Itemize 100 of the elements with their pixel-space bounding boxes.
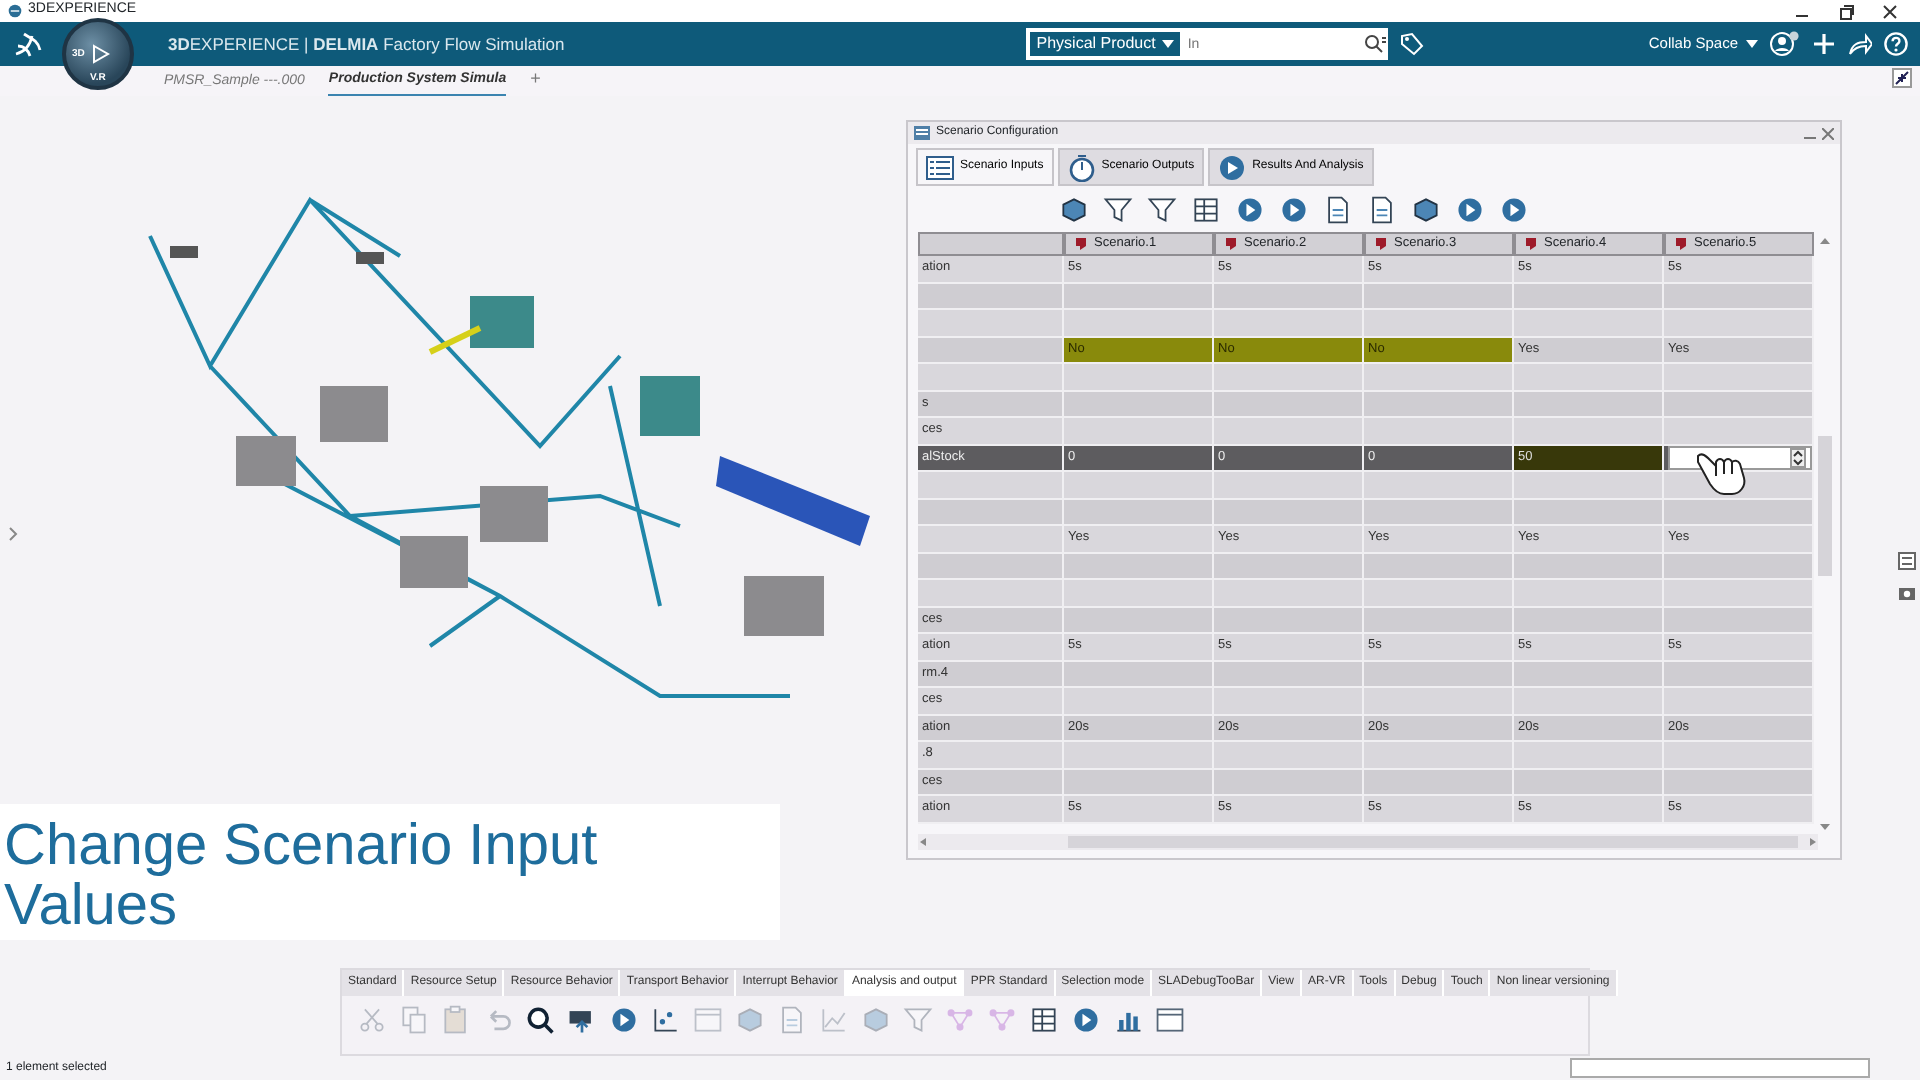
logo-icon[interactable] xyxy=(12,28,44,60)
spinner-icon[interactable] xyxy=(1790,447,1806,468)
table-cell[interactable] xyxy=(1364,391,1514,418)
table-cell[interactable] xyxy=(1214,499,1364,526)
table-cell[interactable] xyxy=(1514,499,1664,526)
table-cell[interactable] xyxy=(1364,472,1514,499)
share-icon[interactable] xyxy=(1848,32,1872,56)
table-cell[interactable] xyxy=(1064,553,1214,580)
table-cell[interactable] xyxy=(1064,742,1214,769)
table-cell[interactable] xyxy=(1664,418,1814,445)
table-cell[interactable] xyxy=(1664,769,1814,796)
scope-dropdown[interactable]: Physical Product xyxy=(1026,28,1184,60)
table-cell[interactable] xyxy=(1664,742,1814,769)
table-cell[interactable] xyxy=(1064,283,1214,310)
table-cell[interactable] xyxy=(1664,391,1814,418)
table-cell[interactable] xyxy=(1214,688,1364,715)
table-cell[interactable] xyxy=(1064,364,1214,391)
command-field[interactable] xyxy=(1570,1058,1870,1078)
table-cell[interactable] xyxy=(1664,310,1814,337)
table-cell[interactable] xyxy=(1514,283,1664,310)
help-icon[interactable] xyxy=(1884,32,1908,56)
table-cell[interactable] xyxy=(1664,283,1814,310)
table-cell[interactable] xyxy=(1064,418,1214,445)
plus-icon[interactable] xyxy=(1812,32,1836,56)
table-cell[interactable] xyxy=(1664,553,1814,580)
table-cell[interactable] xyxy=(1514,472,1664,499)
table-cell[interactable] xyxy=(1064,472,1214,499)
table-cell[interactable] xyxy=(1214,607,1364,634)
table-cell[interactable] xyxy=(1514,769,1664,796)
search-icon[interactable] xyxy=(1363,34,1388,54)
table-cell[interactable] xyxy=(1214,310,1364,337)
table-cell[interactable] xyxy=(1214,553,1364,580)
toolbar-button[interactable] xyxy=(522,1002,558,1038)
table-cell[interactable] xyxy=(1514,688,1664,715)
table-cell[interactable] xyxy=(1664,607,1814,634)
table-cell[interactable] xyxy=(1364,580,1514,607)
table-cell[interactable] xyxy=(1514,580,1664,607)
panel-icon[interactable] xyxy=(1898,552,1916,570)
table-cell[interactable] xyxy=(1514,553,1664,580)
cut-icon xyxy=(356,1004,388,1036)
play-icon xyxy=(90,44,110,64)
table-cell[interactable] xyxy=(1514,310,1664,337)
toolbar-button[interactable] xyxy=(1144,192,1180,228)
table-cell[interactable] xyxy=(1364,310,1514,337)
table-cell[interactable] xyxy=(1514,391,1664,418)
window-icon xyxy=(692,1004,724,1036)
table-cell[interactable] xyxy=(1364,661,1514,688)
table-cell[interactable] xyxy=(1364,553,1514,580)
play-icon xyxy=(608,1004,640,1036)
table-cell[interactable] xyxy=(1364,364,1514,391)
table-cell[interactable] xyxy=(1364,418,1514,445)
vertical-scrollbar[interactable] xyxy=(1818,236,1832,832)
table-cell[interactable] xyxy=(1214,391,1364,418)
toolbar-button[interactable] xyxy=(1100,192,1136,228)
table-cell[interactable] xyxy=(1514,364,1664,391)
tag-icon[interactable] xyxy=(1399,32,1424,56)
table-cell[interactable] xyxy=(1064,607,1214,634)
table-cell[interactable] xyxy=(1514,742,1664,769)
table-icon xyxy=(1190,194,1222,226)
table-cell[interactable] xyxy=(1214,283,1364,310)
toolbar-button[interactable] xyxy=(1026,1002,1062,1038)
table-cell[interactable] xyxy=(1664,661,1814,688)
table-icon xyxy=(1028,1004,1060,1036)
table-cell[interactable] xyxy=(1214,418,1364,445)
table-cell[interactable] xyxy=(1364,283,1514,310)
table-cell[interactable] xyxy=(1364,769,1514,796)
table-cell[interactable] xyxy=(1214,742,1364,769)
table-cell[interactable] xyxy=(1064,499,1214,526)
chevron-icon[interactable] xyxy=(8,526,20,542)
close-icon[interactable] xyxy=(1822,127,1834,139)
table-cell[interactable] xyxy=(1514,607,1664,634)
table-cell[interactable] xyxy=(1514,661,1664,688)
table-cell[interactable] xyxy=(1364,607,1514,634)
table-cell[interactable] xyxy=(1364,742,1514,769)
collapse-icon[interactable] xyxy=(1892,68,1912,88)
table-cell[interactable] xyxy=(1214,472,1364,499)
table-cell[interactable] xyxy=(1664,580,1814,607)
table-cell[interactable] xyxy=(1364,499,1514,526)
user-icon[interactable] xyxy=(1770,30,1800,58)
table-cell[interactable] xyxy=(1214,364,1364,391)
add-tab-button[interactable]: + xyxy=(530,65,541,96)
table-cell[interactable] xyxy=(1514,418,1664,445)
table-cell[interactable] xyxy=(1664,364,1814,391)
table-cell[interactable] xyxy=(1664,499,1814,526)
table-cell[interactable] xyxy=(1664,688,1814,715)
filter-icon xyxy=(1146,194,1178,226)
table-cell[interactable] xyxy=(1064,661,1214,688)
camera-icon[interactable] xyxy=(1898,584,1916,602)
table-cell[interactable] xyxy=(1064,310,1214,337)
table-cell[interactable] xyxy=(1364,688,1514,715)
table-cell[interactable] xyxy=(1064,688,1214,715)
cube-icon xyxy=(860,1004,892,1036)
toolbar-button[interactable] xyxy=(1188,192,1224,228)
horizontal-scrollbar[interactable] xyxy=(918,834,1818,850)
table-cell[interactable] xyxy=(1214,580,1364,607)
table-cell[interactable] xyxy=(1064,769,1214,796)
table-cell[interactable] xyxy=(1064,391,1214,418)
table-cell[interactable] xyxy=(1214,769,1364,796)
table-cell[interactable] xyxy=(1064,580,1214,607)
table-cell[interactable] xyxy=(1214,661,1364,688)
